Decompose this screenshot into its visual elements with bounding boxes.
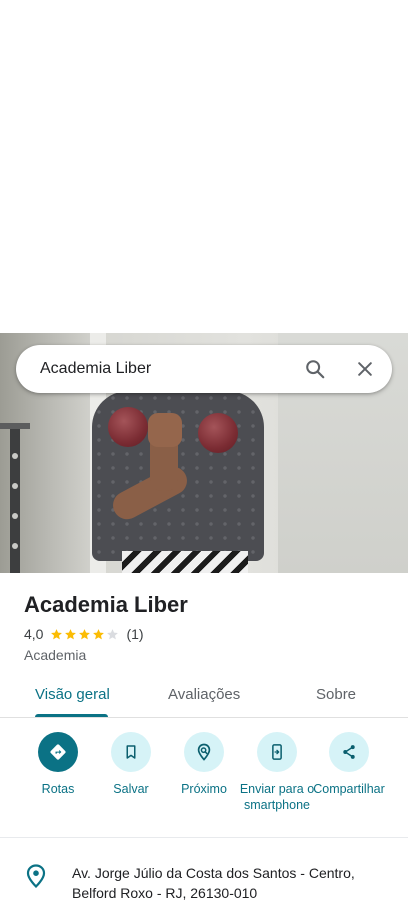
clear-search-button[interactable] bbox=[351, 355, 379, 383]
action-buttons-row: Rotas Salvar Próximo Enviar para o smart… bbox=[0, 730, 408, 838]
search-bar[interactable]: Academia Liber bbox=[16, 345, 392, 393]
star-filled-icon bbox=[51, 628, 63, 639]
send-to-phone-button[interactable]: Enviar para o smartphone bbox=[239, 732, 315, 813]
search-button[interactable] bbox=[301, 355, 329, 383]
close-icon bbox=[358, 362, 372, 376]
address-text: Av. Jorge Júlio da Costa dos Santos - Ce… bbox=[72, 865, 355, 901]
directions-label: Rotas bbox=[41, 782, 75, 796]
active-tab-indicator bbox=[35, 714, 108, 717]
nearby-button[interactable]: Próximo bbox=[166, 732, 242, 797]
tab-reviews[interactable]: Avaliações bbox=[168, 686, 240, 704]
star-filled-icon bbox=[65, 628, 77, 639]
share-label: Compartilhar bbox=[313, 782, 385, 796]
place-tabs: Visão geral Avaliações Sobre bbox=[0, 672, 408, 718]
share-button[interactable]: Compartilhar bbox=[311, 732, 387, 797]
nearby-icon bbox=[197, 743, 211, 761]
share-icon bbox=[343, 745, 355, 759]
directions-icon bbox=[50, 744, 66, 760]
review-count[interactable]: (1) bbox=[126, 626, 143, 642]
photo-person-lifting-dumbbell bbox=[92, 391, 264, 573]
star-filled-icon bbox=[93, 628, 105, 639]
tab-overview[interactable]: Visão geral bbox=[35, 686, 110, 704]
save-label: Salvar bbox=[113, 782, 149, 796]
place-category[interactable]: Academia bbox=[24, 646, 86, 664]
address-row[interactable]: Av. Jorge Júlio da Costa dos Santos - Ce… bbox=[0, 839, 408, 906]
tab-about[interactable]: Sobre bbox=[316, 686, 356, 704]
photo-weight-rack bbox=[0, 393, 30, 573]
search-query-text[interactable]: Academia Liber bbox=[40, 359, 151, 379]
rating-stars bbox=[50, 628, 120, 641]
star-empty-icon bbox=[107, 628, 119, 639]
rating-value: 4,0 bbox=[24, 626, 44, 642]
map-area-blank bbox=[0, 0, 408, 333]
search-icon bbox=[306, 360, 325, 379]
bookmark-icon bbox=[126, 745, 136, 759]
save-button[interactable]: Salvar bbox=[93, 732, 169, 797]
place-title: Academia Liber bbox=[24, 592, 188, 617]
rating-row[interactable]: 4,0 (1) bbox=[24, 625, 144, 643]
nearby-label: Próximo bbox=[181, 782, 227, 796]
location-pin-icon bbox=[26, 864, 46, 888]
send-to-phone-icon bbox=[272, 744, 282, 760]
directions-button[interactable]: Rotas bbox=[20, 732, 96, 797]
send-to-phone-label: Enviar para o smartphone bbox=[239, 782, 315, 812]
star-filled-icon bbox=[79, 628, 91, 639]
